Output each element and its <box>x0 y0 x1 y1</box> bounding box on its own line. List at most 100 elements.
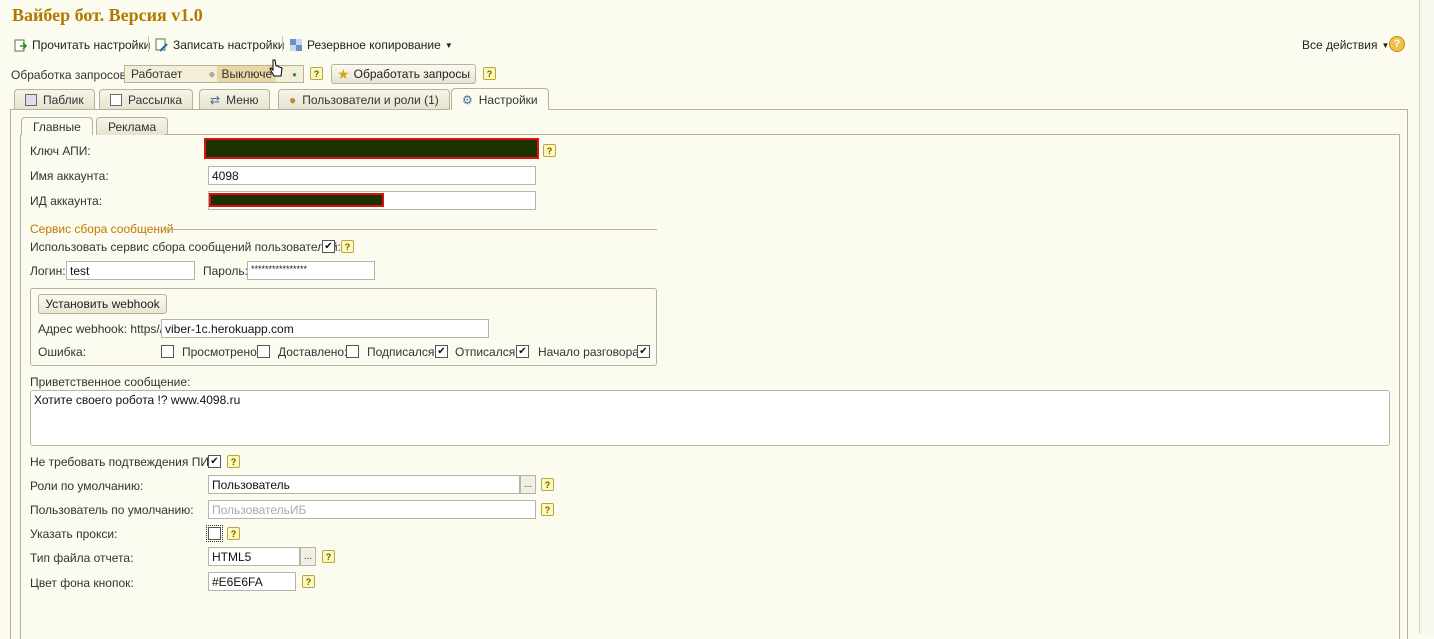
help-icon[interactable]: ? <box>483 67 496 80</box>
help-icon[interactable]: ? <box>341 240 354 253</box>
all-actions-label: Все действия <box>1302 38 1378 52</box>
default-user-field[interactable]: ПользовательИБ <box>208 500 536 519</box>
tab-mailing[interactable]: Рассылка <box>99 89 194 109</box>
no-pin-checkbox[interactable]: ✔ <box>208 455 221 468</box>
tab-public-label: Паблик <box>43 92 84 107</box>
webhook-label: Адрес webhook: https//: <box>38 322 167 336</box>
help-button[interactable]: ? <box>1389 36 1405 52</box>
delivered-label: Доставлено: <box>278 345 348 359</box>
error-label: Ошибка: <box>38 345 87 359</box>
subtab-ads[interactable]: Реклама <box>96 117 169 135</box>
mailing-icon <box>110 93 122 106</box>
help-icon[interactable]: ? <box>302 575 315 588</box>
write-settings-label: Записать настройки <box>173 38 285 52</box>
report-type-field[interactable]: HTML5 <box>208 547 300 566</box>
scrollbar[interactable] <box>1419 0 1434 634</box>
tab-menu-label: Меню <box>226 92 259 107</box>
process-requests-label: Обработать запросы <box>353 67 470 81</box>
subscribed-checkbox[interactable]: ✔ <box>435 345 448 358</box>
account-id-label: ИД аккаунта: <box>30 194 103 208</box>
processing-label: Обработка запросов: <box>11 68 130 82</box>
help-icon[interactable]: ? <box>541 503 554 516</box>
conversation-label: Начало разговора: <box>538 345 643 359</box>
subtab-ads-label: Реклама <box>108 119 157 134</box>
works-dot-icon: ● <box>208 67 216 81</box>
set-webhook-label: Установить webhook <box>45 297 160 311</box>
help-icon[interactable]: ? <box>541 478 554 491</box>
default-roles-label: Роли по умолчанию: <box>30 479 144 493</box>
help-icon: ? <box>1389 36 1405 52</box>
tab-settings[interactable]: ⚙ Настройки <box>451 88 549 110</box>
account-name-label: Имя аккаунта: <box>30 169 109 183</box>
proxy-label: Указать прокси: <box>30 527 118 541</box>
hand-cursor-icon <box>268 59 284 82</box>
tab-settings-label: Настройки <box>478 92 538 107</box>
unsubscribed-checkbox[interactable]: ✔ <box>516 345 529 358</box>
password-label: Пароль: <box>203 264 248 278</box>
account-id-redacted <box>209 193 384 207</box>
help-icon[interactable]: ? <box>543 144 556 157</box>
subscribed-label: Подписался: <box>367 345 438 359</box>
toolbar-separator <box>282 36 283 52</box>
backup-icon <box>289 38 303 52</box>
backup-label: Резервное копирование <box>307 38 441 52</box>
settings-icon: ⚙ <box>462 92 473 107</box>
viewed-checkbox[interactable] <box>257 345 270 358</box>
window-title: Вайбер бот. Версия v1.0 <box>12 5 203 25</box>
write-settings-button[interactable]: Записать настройки <box>155 36 284 54</box>
user-icon: ● <box>289 92 297 107</box>
set-webhook-button[interactable]: Установить webhook <box>38 294 167 314</box>
backup-dropdown[interactable]: Резервное копирование ▼ <box>289 36 453 54</box>
use-service-checkbox[interactable]: ✔ <box>322 240 335 253</box>
green-dot-icon: ● <box>292 69 297 79</box>
password-field[interactable]: **************** <box>247 261 375 280</box>
login-label: Логин: <box>30 264 66 278</box>
welcome-label: Приветственное сообщение: <box>30 375 191 389</box>
group-divider <box>163 229 657 230</box>
works-option[interactable]: Работает <box>125 67 206 81</box>
help-icon[interactable]: ? <box>227 455 240 468</box>
tab-menu[interactable]: ⇄ Меню <box>199 89 270 109</box>
tab-users-roles-label: Пользователи и роли (1) <box>302 92 439 107</box>
viewed-label: Просмотрено: <box>182 345 261 359</box>
default-roles-field[interactable]: Пользователь <box>208 475 520 494</box>
default-user-label: Пользователь по умолчанию: <box>30 503 194 517</box>
no-pin-label: Не требовать подтвеждения ПИН: <box>30 455 221 469</box>
api-key-label: Ключ АПИ: <box>30 144 91 158</box>
proxy-checkbox[interactable] <box>206 525 223 542</box>
button-color-label: Цвет фона кнопок: <box>30 576 134 590</box>
use-service-label: Использовать сервис сбора сообщений поль… <box>30 240 341 254</box>
report-type-label: Тип файла отчета: <box>30 551 134 565</box>
delivered-checkbox[interactable] <box>346 345 359 358</box>
help-icon[interactable]: ? <box>310 67 323 80</box>
subtab-main[interactable]: Главные <box>21 117 93 135</box>
read-settings-label: Прочитать настройки <box>32 38 151 52</box>
api-key-field[interactable] <box>204 138 539 159</box>
read-settings-icon <box>14 38 28 52</box>
star-icon: ★ <box>337 65 350 82</box>
account-name-field[interactable]: 4098 <box>208 166 536 185</box>
subtab-divider <box>164 134 1400 135</box>
public-icon <box>25 93 37 106</box>
tab-public[interactable]: Паблик <box>14 89 95 109</box>
tab-mailing-label: Рассылка <box>128 92 183 107</box>
process-requests-button[interactable]: ★ Обработать запросы <box>331 64 476 84</box>
help-icon[interactable]: ? <box>227 527 240 540</box>
service-group-title: Сервис сбора сообщений <box>30 222 174 236</box>
menu-icon: ⇄ <box>210 92 221 107</box>
login-field[interactable]: test <box>66 261 195 280</box>
webhook-field[interactable]: viber-1c.herokuapp.com <box>161 319 489 338</box>
unsubscribed-label: Отписался: <box>455 345 519 359</box>
button-color-field[interactable]: #E6E6FA <box>208 572 296 591</box>
default-roles-select-button[interactable]: ... <box>520 475 536 494</box>
chevron-down-icon: ▼ <box>444 40 453 50</box>
help-icon[interactable]: ? <box>322 550 335 563</box>
all-actions-dropdown[interactable]: Все действия ▼ <box>1302 36 1389 54</box>
tab-users-roles[interactable]: ● Пользователи и роли (1) <box>278 89 450 109</box>
conversation-checkbox[interactable]: ✔ <box>637 345 650 358</box>
error-checkbox[interactable] <box>161 345 174 358</box>
welcome-textarea[interactable]: Хотите своего робота !? www.4098.ru <box>30 390 1390 446</box>
read-settings-button[interactable]: Прочитать настройки <box>14 36 150 54</box>
report-type-select-button[interactable]: ... <box>300 547 316 566</box>
subtab-main-label: Главные <box>33 119 81 134</box>
